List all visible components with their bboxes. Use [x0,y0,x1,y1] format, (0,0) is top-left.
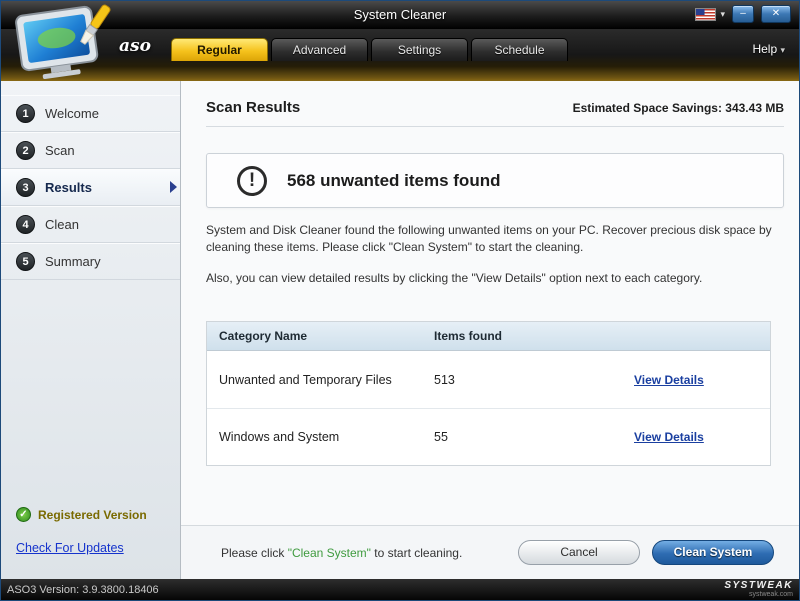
main-content: Scan Results Estimated Space Savings: 34… [181,81,799,579]
items-found-count: 55 [434,430,634,444]
registered-version-label: Registered Version [38,508,147,522]
status-bar: ASO3 Version: 3.9.3800.18406 SYSTWEAK sy… [1,579,799,600]
category-name: Unwanted and Temporary Files [219,373,434,387]
systweak-brand-text: SYSTWEAK [724,581,793,590]
help-caret-icon: ▾ [780,45,785,55]
hint-prefix: Please click [221,546,288,560]
clean-system-button[interactable]: Clean System [652,540,774,565]
language-caret-icon[interactable]: ▾ [720,9,725,20]
sidebar-item-scan[interactable]: 2 Scan [1,132,180,169]
help-label: Help [752,42,777,56]
sidebar-item-label: Clean [45,217,79,232]
description-paragraph-1: System and Disk Cleaner found the follow… [206,222,778,257]
step-number-badge: 5 [16,252,35,271]
systweak-url-text: systweak.com [749,590,793,599]
sidebar-item-results[interactable]: 3 Results [1,169,180,206]
sidebar-item-clean[interactable]: 4 Clean [1,206,180,243]
column-header-items-found: Items found [434,329,634,343]
action-footer: Please click "Clean System" to start cle… [181,525,799,579]
registered-version-badge: ✓ Registered Version [16,507,147,522]
minimize-button[interactable]: – [732,5,754,23]
system-cleaner-window: System Cleaner ▾ – ✕ Regular Advanced Se… [0,0,800,601]
monitor-brush-icon [7,3,117,81]
view-details-link[interactable]: View Details [634,373,704,387]
close-button[interactable]: ✕ [761,5,791,23]
aso-logo-text: aso [119,36,151,56]
sidebar-item-label: Scan [45,143,75,158]
help-menu[interactable]: Help ▾ [752,42,785,56]
tab-bar: Regular Advanced Settings Schedule [171,38,568,61]
step-number-badge: 3 [16,178,35,197]
exclamation-circle-icon: ! [237,166,267,196]
items-found-count: 513 [434,373,634,387]
category-name: Windows and System [219,430,434,444]
window-controls: ▾ – ✕ [695,5,791,23]
sidebar-item-label: Welcome [45,106,99,121]
version-label: ASO3 Version: 3.9.3800.18406 [7,584,159,596]
hint-highlight: "Clean System" [288,546,371,560]
results-table: Category Name Items found Unwanted and T… [206,321,771,466]
check-for-updates-link[interactable]: Check For Updates [16,541,124,555]
sidebar: 1 Welcome 2 Scan 3 Results 4 Clean 5 Sum… [1,81,181,579]
table-row: Windows and System 55 View Details [207,408,770,465]
sidebar-item-label: Summary [45,254,101,269]
step-number-badge: 4 [16,215,35,234]
description-paragraph-2: Also, you can view detailed results by c… [206,270,778,287]
items-found-banner: ! 568 unwanted items found [206,153,784,208]
step-number-badge: 1 [16,104,35,123]
tab-advanced[interactable]: Advanced [271,38,368,61]
wizard-steps: 1 Welcome 2 Scan 3 Results 4 Clean 5 Sum… [1,81,180,280]
items-found-text: 568 unwanted items found [287,171,500,191]
sidebar-item-summary[interactable]: 5 Summary [1,243,180,280]
clean-hint-text: Please click "Clean System" to start cle… [221,546,518,560]
cancel-button[interactable]: Cancel [518,540,640,565]
hint-suffix: to start cleaning. [371,546,462,560]
estimated-savings-label: Estimated Space Savings: 343.43 MB [573,101,784,115]
page-title: Scan Results [206,99,300,116]
column-header-category: Category Name [219,329,434,343]
sidebar-item-welcome[interactable]: 1 Welcome [1,95,180,132]
step-number-badge: 2 [16,141,35,160]
main-header-row: Scan Results Estimated Space Savings: 34… [206,99,784,116]
view-details-link[interactable]: View Details [634,430,704,444]
header-divider [206,126,784,127]
green-check-icon: ✓ [16,507,31,522]
results-table-header: Category Name Items found [207,322,770,351]
us-flag-language-icon[interactable] [695,8,716,21]
sidebar-item-label: Results [45,180,92,195]
tab-regular[interactable]: Regular [171,38,268,61]
tab-schedule[interactable]: Schedule [471,38,568,61]
active-step-arrow-icon [170,181,177,193]
app-logo: aso [7,3,167,81]
table-row: Unwanted and Temporary Files 513 View De… [207,351,770,408]
systweak-logo: SYSTWEAK systweak.com [724,581,793,599]
tab-settings[interactable]: Settings [371,38,468,61]
column-header-spacer [634,329,758,343]
